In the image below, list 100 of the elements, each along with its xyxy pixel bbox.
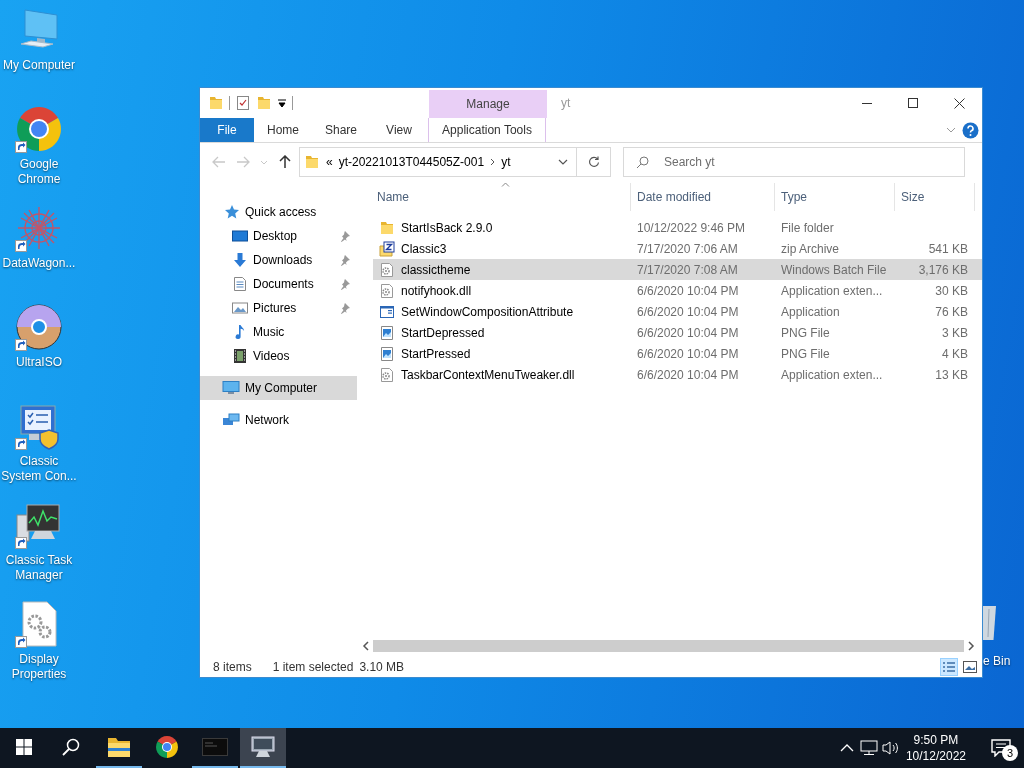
file-type: PNG File [780, 325, 831, 340]
refresh-icon [587, 156, 600, 168]
image-file-icon [379, 345, 395, 362]
selection-size: 3.10 MB [359, 659, 405, 674]
breadcrumb-overflow[interactable]: « [326, 155, 333, 169]
file-row[interactable]: StartIsBack 2.9.0 10/12/2022 9:46 PM File folder [373, 217, 982, 238]
file-type: PNG File [780, 346, 831, 361]
column-header[interactable]: Name [371, 183, 631, 211]
shortcut-arrow-icon [15, 636, 27, 648]
star-icon [224, 204, 240, 220]
nav-item[interactable]: Documents [200, 272, 357, 296]
file-row[interactable]: StartPressed 6/6/2020 10:04 PM PNG File 4 KB [373, 343, 982, 364]
chevron-down-icon[interactable] [558, 159, 568, 165]
file-name: Classic3 [401, 241, 447, 256]
search-icon [62, 738, 80, 756]
file-name: SetWindowCompositionAttribute [401, 304, 574, 319]
ribbon-tab[interactable]: Share [312, 118, 370, 142]
context-tab-group: Manage [429, 90, 547, 118]
file-row[interactable]: notifyhook.dll 6/6/2020 10:04 PM Application exten... 30 KB [373, 280, 982, 301]
file-row[interactable]: SetWindowCompositionAttribute 6/6/2020 10:04 PM Application 76 KB [373, 301, 982, 322]
file-row[interactable]: TaskbarContextMenuTweaker.dll 6/6/2020 10:04 PM Application exten... 13 KB [373, 364, 982, 385]
nav-item[interactable]: Downloads [200, 248, 357, 272]
clock-time[interactable]: 9:50 PM [913, 732, 959, 748]
forward-arrow-icon [236, 156, 250, 168]
file-size: 3,176 KB [917, 262, 969, 277]
nav-item[interactable]: Music [200, 320, 357, 344]
pin-icon [340, 302, 350, 314]
folder-icon [208, 95, 224, 111]
film-icon [232, 348, 248, 364]
file-row[interactable]: StartDepressed 6/6/2020 10:04 PM PNG File 3 KB [373, 322, 982, 343]
help-icon[interactable] [962, 121, 979, 139]
windows-icon [16, 739, 32, 755]
nav-item[interactable]: Network [200, 408, 357, 432]
search-field[interactable]: Search yt [623, 147, 965, 177]
desktop-icon [232, 228, 248, 244]
nav-item[interactable]: Quick access [200, 200, 357, 224]
column-header[interactable]: Date modified [631, 183, 775, 211]
image-file-icon [379, 324, 395, 341]
shortcut-arrow-icon [15, 339, 27, 351]
disc-icon [15, 303, 63, 351]
zip-folder-icon [379, 240, 395, 257]
nav-item[interactable]: Pictures [200, 296, 357, 320]
console-icon [202, 738, 228, 756]
modified-date: 7/17/2020 7:08 AM [636, 262, 739, 277]
document-icon [232, 276, 248, 292]
ribbon-tab[interactable]: Home [254, 118, 312, 142]
clock-date[interactable]: 10/12/2022 [905, 748, 966, 764]
folder-icon [379, 219, 395, 236]
pin-icon [340, 254, 350, 266]
file-row[interactable]: classictheme 7/17/2020 7:08 AM Windows Batch File 3,176 KB [373, 259, 982, 280]
search-icon [636, 156, 649, 169]
gear-document-icon [379, 282, 395, 299]
file-type: zip Archive [780, 241, 841, 256]
nav-item[interactable]: Desktop [200, 224, 357, 248]
refresh-button[interactable] [577, 147, 611, 177]
monitor-icon [250, 735, 276, 759]
scroll-right-icon[interactable] [966, 641, 976, 651]
address-bar[interactable]: « yt-20221013T044505Z-001 yt [299, 147, 577, 177]
nav-item[interactable]: Videos [200, 344, 357, 368]
ribbon-tab[interactable]: View [370, 118, 428, 142]
file-row[interactable]: Classic3 7/17/2020 7:06 AM zip Archive 541 KB [373, 238, 982, 259]
shortcut-arrow-icon [15, 240, 27, 252]
file-size: 541 KB [927, 241, 969, 256]
modified-date: 6/6/2020 10:04 PM [636, 346, 740, 361]
minimize-icon [862, 102, 872, 104]
modified-date: 6/6/2020 10:04 PM [636, 304, 740, 319]
breadcrumb[interactable]: yt [501, 155, 511, 169]
file-name: StartPressed [401, 346, 471, 361]
file-name: TaskbarContextMenuTweaker.dll [401, 367, 575, 382]
window-icon [379, 303, 395, 320]
file-type: File folder [780, 220, 835, 235]
selection-count: 1 item selected [272, 659, 354, 674]
details-view-icon [942, 660, 956, 673]
nav-item[interactable]: My Computer [200, 376, 357, 400]
file-size: 3 KB [941, 325, 969, 340]
scrollbar-thumb[interactable] [373, 640, 964, 652]
pin-icon [340, 230, 350, 242]
scroll-left-icon[interactable] [361, 641, 371, 651]
checklist-icon [235, 95, 251, 111]
file-type: Application exten... [780, 283, 884, 298]
notification-button[interactable]: 3 [978, 728, 1024, 768]
details-view-button[interactable] [940, 657, 958, 676]
breadcrumb[interactable]: yt-20221013T044505Z-001 [338, 155, 485, 169]
gear-document-icon [379, 366, 395, 383]
item-count: 8 items [213, 659, 252, 674]
file-tab[interactable]: File [200, 118, 254, 142]
shortcut-arrow-icon [15, 141, 27, 153]
column-header[interactable]: Size [895, 183, 975, 211]
snowflake-icon [15, 204, 63, 252]
folder-icon [256, 95, 272, 111]
file-type: Application [780, 304, 841, 319]
desktop-shortcut[interactable]: e Bin [983, 606, 1011, 668]
caret-icon [260, 159, 268, 165]
column-header[interactable]: Type [775, 183, 895, 211]
expand-ribbon-icon[interactable] [946, 127, 956, 133]
file-type: Application exten... [780, 367, 884, 382]
shortcut-arrow-icon [15, 438, 27, 450]
file-size: 30 KB [934, 283, 969, 298]
customize-icon[interactable] [277, 98, 287, 108]
taskbar-button[interactable] [240, 728, 286, 768]
